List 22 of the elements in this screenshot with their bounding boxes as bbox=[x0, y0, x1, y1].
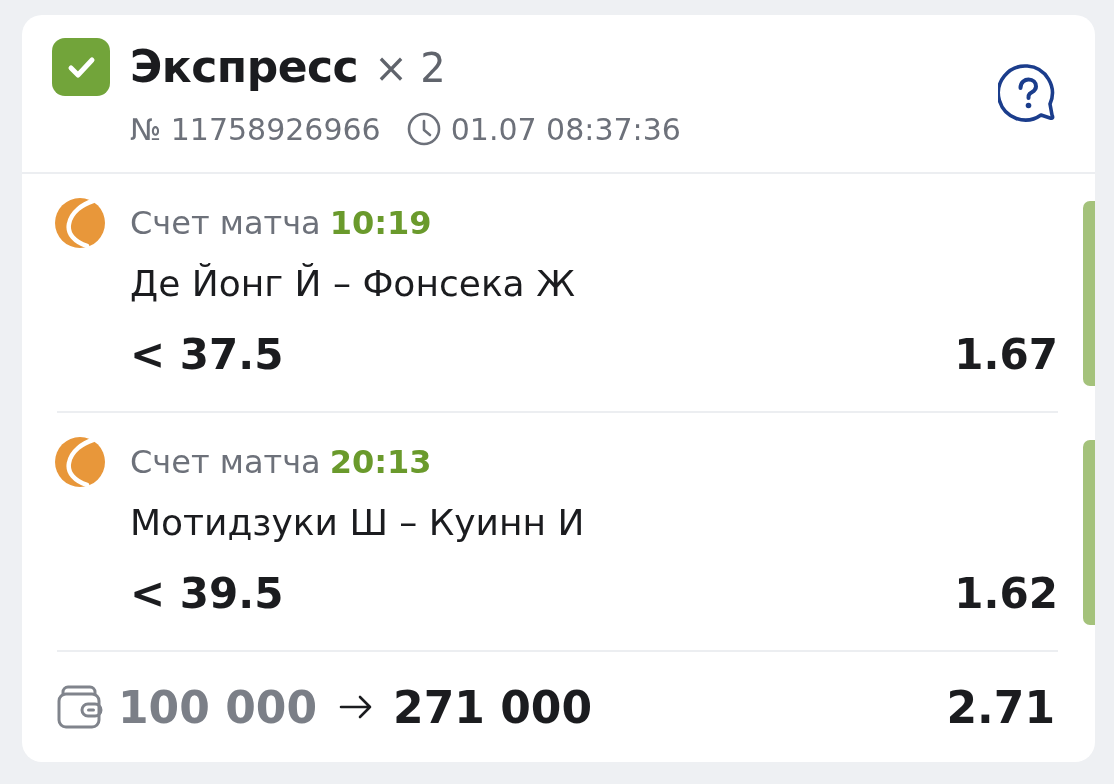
bet-selection: < 37.5 bbox=[130, 329, 284, 379]
tennis-ball-icon bbox=[55, 198, 105, 248]
tennis-ball-icon bbox=[55, 437, 105, 487]
leg-count: × 2 bbox=[374, 44, 446, 93]
match-teams: Де Йонг Й – Фонсека Ж bbox=[130, 262, 576, 306]
bet-selection: < 39.5 bbox=[130, 568, 284, 618]
wallet-icon bbox=[57, 685, 103, 729]
total-odds: 2.71 bbox=[946, 681, 1055, 733]
payout-amount: 271 000 bbox=[393, 681, 593, 733]
arrow-icon bbox=[339, 695, 373, 719]
leg-odds: 1.67 bbox=[954, 329, 1058, 379]
stake-amount: 100 000 bbox=[118, 681, 317, 733]
match-teams: Мотидзуки Ш – Куинн И bbox=[130, 501, 586, 545]
clock-icon bbox=[406, 112, 441, 146]
market-label: Счет матча bbox=[130, 443, 321, 481]
bet-datetime: 01.07 08:37:36 bbox=[450, 111, 681, 147]
market-label: Счет матча bbox=[130, 204, 321, 242]
match-score: 20:13 bbox=[329, 443, 432, 481]
match-score: 10:19 bbox=[329, 204, 432, 242]
bet-title: Экспресс bbox=[130, 40, 359, 94]
bet-number: № 11758926966 bbox=[130, 111, 381, 147]
leg-odds: 1.62 bbox=[954, 568, 1058, 618]
